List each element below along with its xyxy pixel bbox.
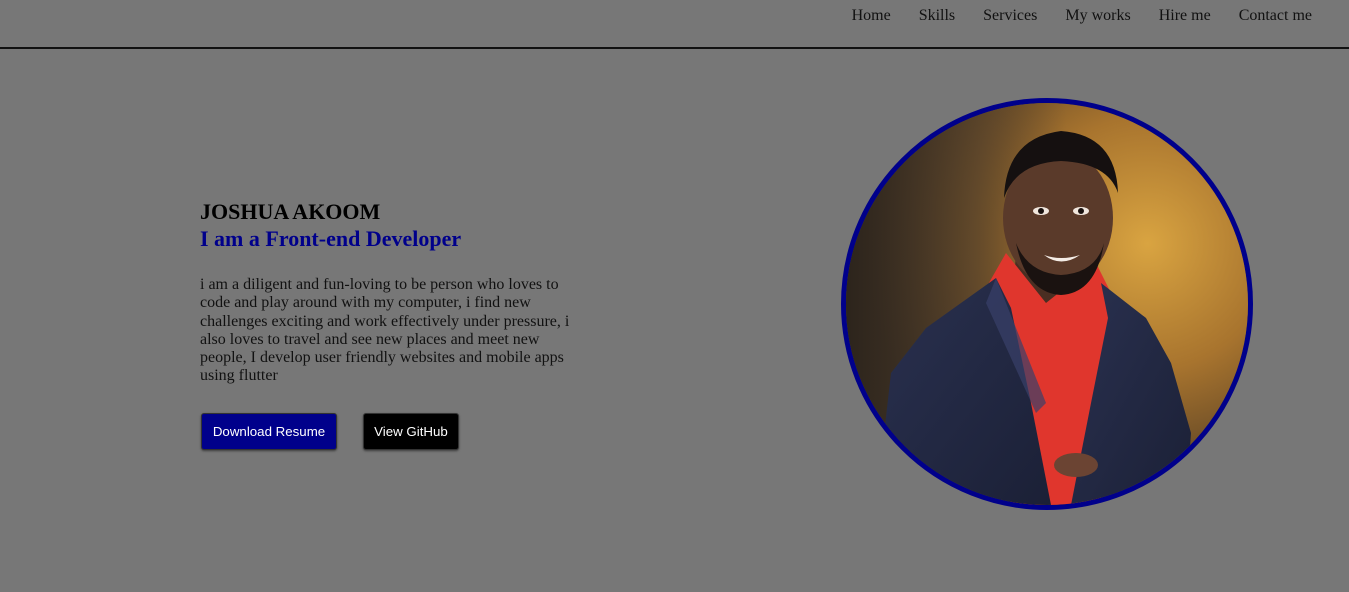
profile-photo xyxy=(841,98,1253,510)
hero-role: I am a Front-end Developer xyxy=(200,226,462,251)
profile-photo-illustration xyxy=(846,103,1248,505)
hero-bio: i am a diligent and fun-loving to be per… xyxy=(200,276,570,385)
hero-intro: JOSHUA AKOOM I am a Front-end Developer … xyxy=(200,198,580,386)
view-github-button[interactable]: View GitHub xyxy=(363,413,459,450)
download-resume-button[interactable]: Download Resume xyxy=(201,413,337,450)
nav-link-skills[interactable]: Skills xyxy=(919,6,955,26)
nav-link-hire-me[interactable]: Hire me xyxy=(1159,6,1211,26)
nav-links: Home Skills Services My works Hire me Co… xyxy=(824,6,1312,26)
hero-actions: Download Resume View GitHub xyxy=(201,413,459,450)
nav-link-home[interactable]: Home xyxy=(852,6,891,26)
nav-link-services[interactable]: Services xyxy=(983,6,1037,26)
hero-name: JOSHUA AKOOM xyxy=(200,199,381,224)
top-navigation: Home Skills Services My works Hire me Co… xyxy=(0,0,1349,49)
nav-link-my-works[interactable]: My works xyxy=(1065,6,1130,26)
nav-link-contact-me[interactable]: Contact me xyxy=(1239,6,1312,26)
